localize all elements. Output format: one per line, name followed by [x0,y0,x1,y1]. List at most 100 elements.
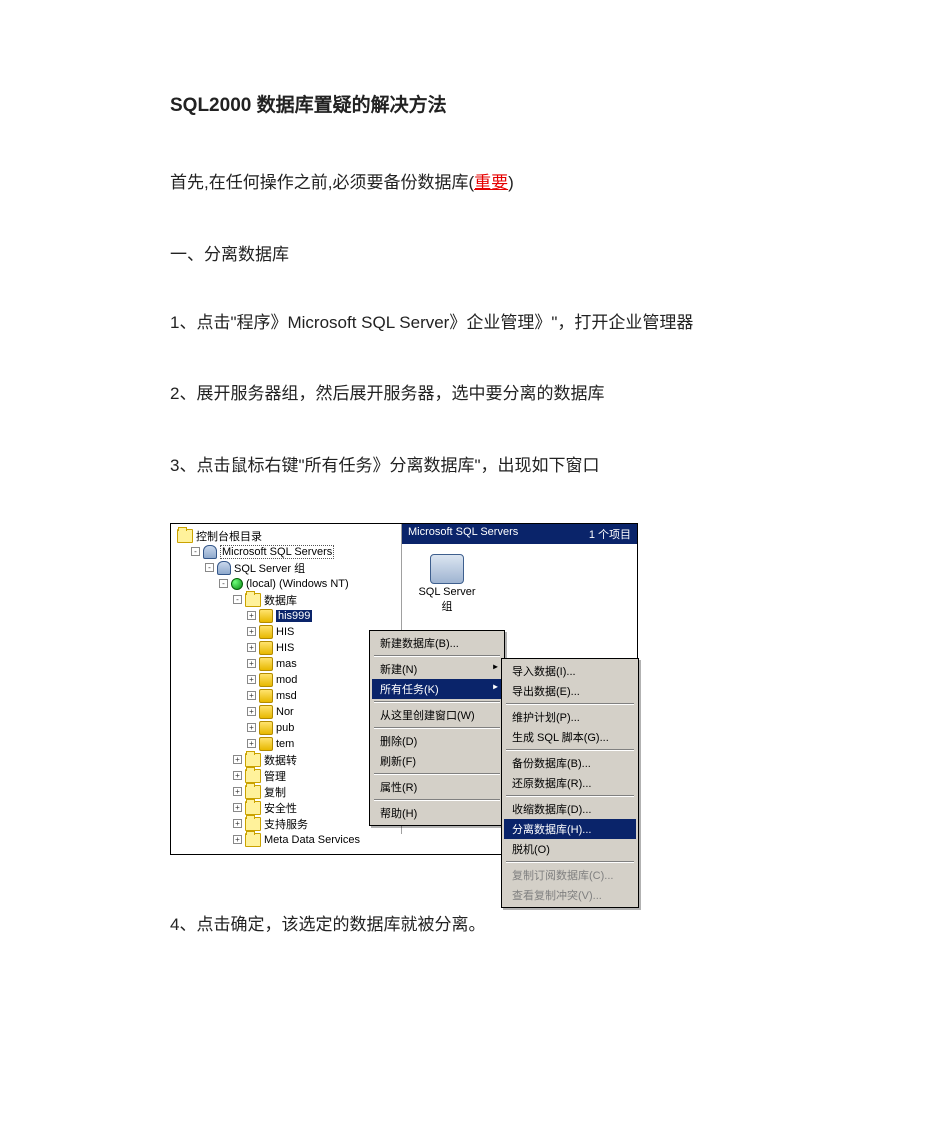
tree-folder-item[interactable]: + 管理 [177,768,401,784]
submenu-shrink[interactable]: 收缩数据库(D)... [504,799,636,819]
section-heading-1: 一、分离数据库 [170,240,785,265]
submenu-copy-sub: 复制订阅数据库(C)... [504,865,636,885]
folder-icon [245,801,261,815]
tree-folder-label: 安全性 [264,800,297,816]
server-group-icon [217,561,231,575]
menu-separator [374,799,500,801]
expand-icon[interactable]: + [247,643,256,652]
submenu-backup[interactable]: 备份数据库(B)... [504,753,636,773]
tree-db-item[interactable]: + mod [177,672,401,688]
submenu-restore[interactable]: 还原数据库(R)... [504,773,636,793]
step-3: 3、点击鼠标右键"所有任务》分离数据库"，出现如下窗口 [170,452,785,479]
tree-folder-label: 复制 [264,784,286,800]
menu-item-refresh[interactable]: 刷新(F) [372,751,502,771]
submenu-maint[interactable]: 维护计划(P)... [504,707,636,727]
tree-folder-item[interactable]: +数据转 [177,752,401,768]
menu-item-delete[interactable]: 删除(D) [372,731,502,751]
submenu-detach[interactable]: 分离数据库(H)... [504,819,636,839]
tree-db-label: pub [276,722,294,734]
database-icon [259,737,273,751]
tree-folder-label: 管理 [264,768,286,784]
list-item-label2: 组 [442,598,453,614]
menu-item-properties[interactable]: 属性(R) [372,777,502,797]
database-icon [259,625,273,639]
tree-db-label: Nor [276,706,294,718]
expand-icon[interactable]: + [247,723,256,732]
expand-icon[interactable]: + [233,819,242,828]
tree-folder-label: 支持服务 [264,816,308,832]
tree-db-item[interactable]: + msd [177,688,401,704]
menu-separator [374,701,500,703]
tree-folder-item[interactable]: + 安全性 [177,800,401,816]
menu-item-help[interactable]: 帮助(H) [372,803,502,823]
expand-icon[interactable]: + [233,835,242,844]
console-tree: 控制台根目录 -Microsoft SQL Servers -SQL Serve… [171,524,401,854]
expand-icon[interactable]: + [247,627,256,636]
database-icon [259,609,273,623]
collapse-icon[interactable]: - [233,595,242,604]
tree-root[interactable]: 控制台根目录 [177,528,401,544]
step-4: 4、点击确定，该选定的数据库就被分离。 [170,911,785,938]
expand-icon[interactable]: + [233,787,242,796]
tree-db-selected[interactable]: + his999 [177,608,401,624]
embedded-screenshot: 控制台根目录 -Microsoft SQL Servers -SQL Serve… [170,523,638,855]
step-1: 1、点击"程序》Microsoft SQL Server》企业管理》"，打开企业… [170,309,785,336]
collapse-icon[interactable]: - [205,563,214,572]
expand-icon[interactable]: + [247,707,256,716]
tree-folder-item[interactable]: + 支持服务 [177,816,401,832]
tree-folder-label: Meta Data Services [264,834,360,846]
expand-icon[interactable]: + [247,739,256,748]
expand-icon[interactable]: + [233,771,242,780]
tree-db-item[interactable]: + pub [177,720,401,736]
collapse-icon[interactable]: - [219,579,228,588]
context-menu: 新建数据库(B)... 新建(N) 所有任务(K) 从这里创建窗口(W) 删除(… [369,630,505,826]
document-page: SQL2000 数据库置疑的解决方法 首先,在任何操作之前,必须要备份数据库(重… [0,0,945,1123]
menu-item-new[interactable]: 新建(N) [372,659,502,679]
tree-root-label: 控制台根目录 [196,528,262,544]
expand-icon[interactable]: + [247,691,256,700]
submenu-offline[interactable]: 脱机(O) [504,839,636,859]
tree-db-label: mas [276,658,297,670]
intro-prefix: 首先,在任何操作之前,必须要备份数据库( [170,173,474,192]
expand-icon[interactable]: + [233,803,242,812]
step-2: 2、展开服务器组，然后展开服务器，选中要分离的数据库 [170,380,785,407]
menu-separator [506,703,634,705]
tree-db-item[interactable]: + HIS [177,624,401,640]
tree-folder-item[interactable]: + 复制 [177,784,401,800]
database-icon [259,641,273,655]
menu-item-all-tasks[interactable]: 所有任务(K) [372,679,502,699]
tree-db-label: tem [276,738,294,750]
expand-icon[interactable]: + [233,755,242,764]
tree-db-selected-label: his999 [276,610,312,622]
list-header-title: Microsoft SQL Servers [408,526,518,542]
submenu-export[interactable]: 导出数据(E)... [504,681,636,701]
tree-db-item[interactable]: + tem [177,736,401,752]
tree-db-item[interactable]: +HIS [177,640,401,656]
tree-local[interactable]: -(local) (Windows NT) [177,576,401,592]
tree-db-label: HIS [276,626,294,638]
expand-icon[interactable]: + [247,675,256,684]
tree-sqlservers[interactable]: -Microsoft SQL Servers [177,544,401,560]
submenu-import[interactable]: 导入数据(I)... [504,661,636,681]
collapse-icon[interactable]: - [191,547,200,556]
tree-db-label: mod [276,674,297,686]
tree-databases[interactable]: -数据库 [177,592,401,608]
menu-separator [506,795,634,797]
tree-group[interactable]: - SQL Server 组 [177,560,401,576]
folder-icon [245,593,261,607]
menu-separator [506,861,634,863]
tree-db-item[interactable]: + mas [177,656,401,672]
submenu-gen-script[interactable]: 生成 SQL 脚本(G)... [504,727,636,747]
database-icon [259,705,273,719]
menu-item-new-db[interactable]: 新建数据库(B)... [372,633,502,653]
expand-icon[interactable]: + [247,659,256,668]
tree-folder-item[interactable]: + Meta Data Services [177,832,401,848]
tree-db-label: msd [276,690,297,702]
menu-item-new-window[interactable]: 从这里创建窗口(W) [372,705,502,725]
folder-icon [245,769,261,783]
tree-db-item[interactable]: + Nor [177,704,401,720]
submenu-view-conflict: 查看复制冲突(V)... [504,885,636,905]
expand-icon[interactable]: + [247,611,256,620]
list-item-servergroup[interactable]: SQL Server 组 [402,544,482,614]
tree-group-label: SQL Server 组 [234,560,305,576]
